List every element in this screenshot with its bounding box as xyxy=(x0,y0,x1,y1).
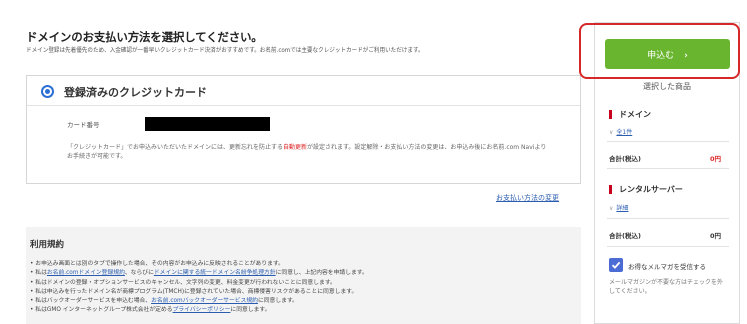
server-details-link[interactable]: ∨ 詳細 xyxy=(609,203,628,212)
main-content: ドメインのお支払い方法を選択してください。 ドメイン登録は先着優先のため、入金確… xyxy=(0,0,590,324)
credit-card-radio[interactable] xyxy=(41,85,54,98)
terms-item: 私はバックオーダーサービスを申込む場合、お名前.comバックオーダーサービス規約… xyxy=(30,297,575,306)
page-subtitle: ドメイン登録は先着優先のため、入金確認が一番早いクレジットカード決済がおすすめで… xyxy=(26,47,424,54)
auto-renew-link[interactable]: 自動更新 xyxy=(283,144,307,151)
backorder-terms-link[interactable]: お名前.comバックオーダーサービス規約 xyxy=(151,298,258,304)
terms-item: 私は申込みを行ったドメイン名が商標プログラム(TMCH)に登録されていた場合、商… xyxy=(30,288,575,297)
domain-section-title: ドメイン xyxy=(609,110,651,119)
terms-section: 利用規約 お申込み画面とは別のタブで操作した場合、その内容がお申込みに反映される… xyxy=(26,227,581,324)
payment-option-card: 登録済みのクレジットカード カード番号 「クレジットカード」でお申込みいただいた… xyxy=(26,75,581,184)
dispute-policy-link[interactable]: ドメインに関する統一ドメイン名紛争処理方針 xyxy=(154,270,276,276)
domain-total-value: 0円 xyxy=(709,155,721,163)
divider xyxy=(607,141,729,142)
newsletter-checkbox[interactable] xyxy=(609,258,623,272)
terms-item: 私はGMO インターネットグループ株式会社が定めるプライバシーポリシーに同意しま… xyxy=(30,306,575,315)
privacy-policy-link[interactable]: プライバシーポリシー xyxy=(173,307,231,313)
payment-option-label: 登録済みのクレジットカード xyxy=(64,86,207,99)
newsletter-label[interactable]: お得なメルマガを受信する xyxy=(628,261,706,271)
divider xyxy=(607,246,729,247)
terms-item: お申込み画面とは別のタブで操作した場合、その内容がお申込みに反映されることがあり… xyxy=(30,260,575,269)
terms-list: お申込み画面とは別のタブで操作した場合、その内容がお申込みに反映されることがあり… xyxy=(30,260,575,316)
selected-products-title: 選択した商品 xyxy=(643,82,691,91)
change-payment-method-link[interactable]: お支払い方法の変更 xyxy=(496,193,559,203)
card-number-redacted xyxy=(145,117,270,131)
newsletter-note: メールマガジンが不要な方はチェックを外してください。 xyxy=(609,279,724,295)
terms-item: 私はドメインの登録・オプションサービスのキャンセル、文字列の変更、料金変更が行わ… xyxy=(30,279,575,288)
server-total-value: 0円 xyxy=(709,232,721,240)
domain-total-label: 合計(税込) xyxy=(609,155,641,163)
page-title: ドメインのお支払い方法を選択してください。 xyxy=(26,30,263,44)
domain-details-link[interactable]: ∨ 全1件 xyxy=(609,127,632,136)
check-icon xyxy=(611,261,621,269)
auto-renew-note: 「クレジットカード」でお申込みいただいたドメインには、更新忘れを防止する自動更新… xyxy=(67,144,547,161)
order-summary-sidebar: 申込む › 選択した商品 ドメイン ∨ 全1件 合計(税込) 0円 レンタルサーバー… xyxy=(594,22,740,324)
terms-title: 利用規約 xyxy=(30,240,65,250)
chevron-right-icon: › xyxy=(684,50,688,61)
divider xyxy=(607,168,729,169)
terms-item: 私はお名前.comドメイン登録規約、ならびにドメインに関する統一ドメイン名紛争処… xyxy=(30,269,575,278)
card-number-label: カード番号 xyxy=(67,121,100,129)
divider xyxy=(607,218,729,219)
apply-button[interactable]: 申込む › xyxy=(605,39,730,69)
registration-terms-link[interactable]: お名前.comドメイン登録規約 xyxy=(47,270,125,276)
server-section-title: レンタルサーバー xyxy=(609,185,683,194)
chevron-down-icon: ∨ xyxy=(609,205,614,212)
chevron-down-icon: ∨ xyxy=(609,129,614,136)
server-total-label: 合計(税込) xyxy=(609,232,641,240)
payment-option-header[interactable]: 登録済みのクレジットカード xyxy=(27,76,580,106)
